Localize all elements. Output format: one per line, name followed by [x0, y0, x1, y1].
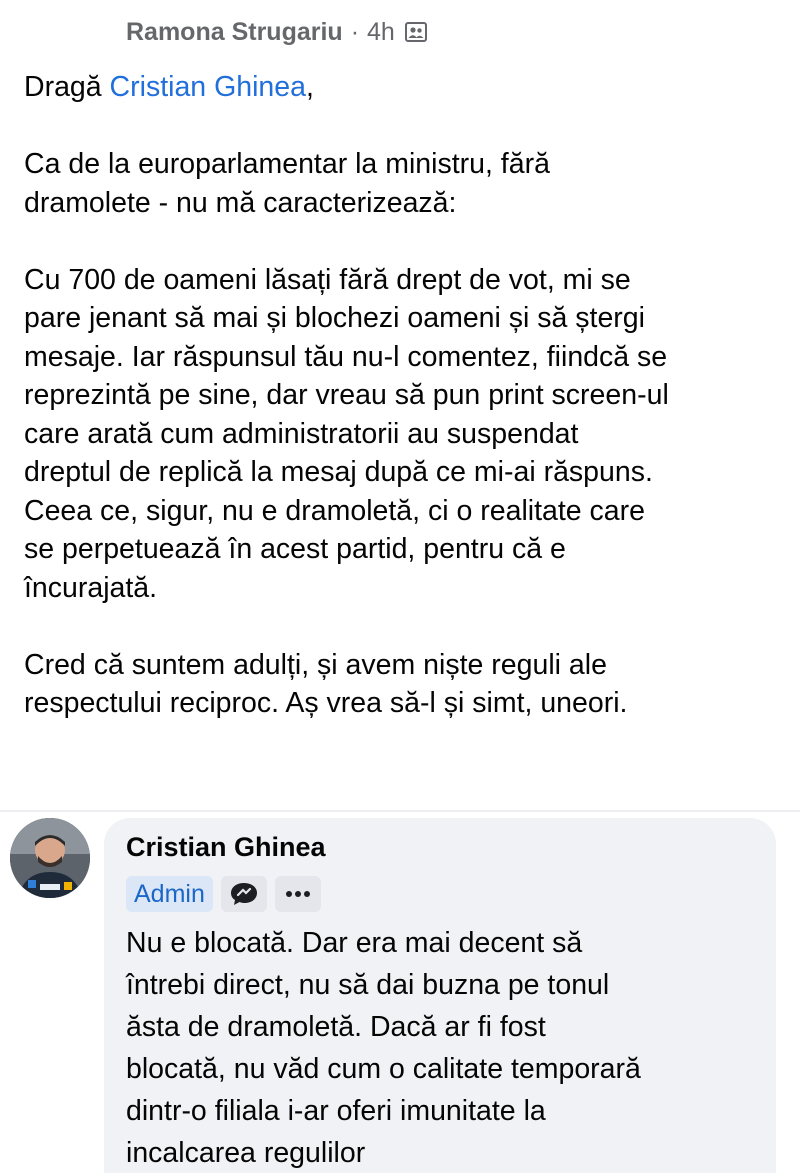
comment-text: Nu e blocată. Dar era mai decent să într… [126, 922, 766, 1173]
group-icon [403, 19, 429, 45]
post-timestamp[interactable]: 4h [367, 18, 395, 47]
comment-bubble: Cristian Ghinea Admin Nu e blocată. Dar … [104, 818, 776, 1173]
paragraph-line: dreptul de replică la mesaj după ce mi-a… [24, 456, 653, 488]
post-author-name[interactable]: Ramona Strugariu [126, 18, 343, 47]
facebook-post-screenshot: Ramona Strugariu · 4h Dragă Cristian Ghi… [0, 0, 800, 1173]
greeting-prefix: Dragă [24, 71, 110, 103]
comment-line: ăsta de dramoletă. Dacă ar fi fost [126, 1011, 546, 1043]
paragraph-line: reprezintă pe sine, dar vreau să pun pri… [24, 379, 669, 411]
paragraph-line: Cred că suntem adulți, și avem niște reg… [24, 648, 607, 681]
paragraph-line: încurajată. [24, 571, 158, 604]
header-separator: · [350, 17, 360, 46]
cut-off-header-fragment [60, 0, 260, 2]
paragraph-line: mesaje. Iar răspunsul tău nu-l comentez,… [24, 340, 668, 373]
mention-link[interactable]: Cristian Ghinea [110, 71, 306, 103]
paragraph-line: Cu 700 de oameni lăsați fără drept de vo… [24, 263, 631, 296]
paragraph-line: Ceea ce, sigur, nu e dramoletă, ci o rea… [24, 494, 646, 527]
paragraph-line: Ca de la europarlamentar la ministru, fă… [24, 148, 550, 180]
comment-badges: Admin [126, 876, 321, 912]
comment-line: incalcarea regulilor [126, 1137, 366, 1169]
post-divider [0, 810, 800, 812]
comment-line: dintr-o filiala i-ar oferi imunitate la [126, 1095, 546, 1127]
speech-bubble-icon[interactable] [220, 876, 267, 912]
post-header: Ramona Strugariu · 4h [126, 14, 429, 50]
paragraph-line: pare jenant să mai și blochezi oameni și… [24, 302, 645, 334]
comment-line: întrebi direct, nu să dai buzna pe tonul [126, 969, 610, 1001]
greeting-suffix: , [305, 71, 314, 103]
comment-author-name[interactable]: Cristian Ghinea [126, 832, 326, 863]
paragraph-line: respectului reciproc. Aș vrea să-l și si… [24, 687, 628, 719]
comment-line: blocată, nu văd cum o calitate temporară [126, 1053, 641, 1085]
avatar[interactable] [10, 818, 90, 898]
post-body: Dragă Cristian Ghinea, Ca de la europarl… [24, 68, 784, 723]
paragraph-line: care arată cum administratorii au suspen… [24, 417, 579, 450]
paragraph-line: se perpetuează în acest partid, pentru c… [24, 533, 566, 565]
more-options-icon[interactable] [274, 876, 321, 912]
comment-line: Nu e blocată. Dar era mai decent să [126, 927, 583, 959]
paragraph-line: dramolete - nu mă caracterizează: [24, 186, 457, 219]
admin-badge: Admin [126, 876, 213, 912]
greeting-line: Dragă Cristian Ghinea, [24, 68, 784, 107]
